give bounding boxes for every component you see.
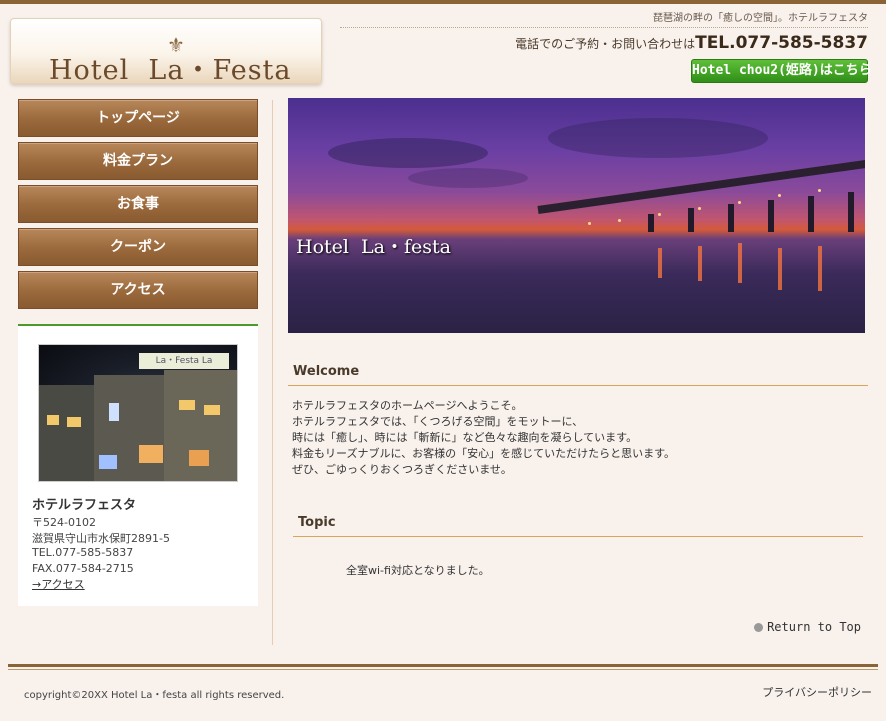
nav-item-coupon[interactable]: クーポン <box>18 228 258 266</box>
photo-sign: La・Festa La <box>139 353 229 369</box>
footer-divider <box>8 664 878 667</box>
column-divider <box>272 100 273 645</box>
hotel-fax: FAX.077-584-2715 <box>32 562 134 575</box>
top-border <box>0 0 886 4</box>
privacy-policy-link[interactable]: プライバシーポリシー <box>762 684 872 700</box>
hotel-postal: 〒524-0102 <box>32 516 96 529</box>
site-logo[interactable]: ⚜ Hotel La・Festa <box>10 18 322 86</box>
topic-text: 全室wi-fi対応となりました。 <box>346 564 490 577</box>
welcome-text: ホテルラフェスタのホームページへようこそ。 ホテルラフェスタでは、「くつろげる空… <box>292 398 675 478</box>
tagline: 琵琶湖の畔の「癒しの空間」。ホテルラフェスタ <box>653 13 868 24</box>
hotel-tel: TEL.077-585-5837 <box>32 546 134 559</box>
nav-item-access[interactable]: アクセス <box>18 271 258 309</box>
hotel-address: 滋賀県守山市水保町2891-5 <box>32 532 170 545</box>
bridge-graphic <box>537 158 865 214</box>
welcome-heading: Welcome <box>288 364 868 386</box>
nav-item-top[interactable]: トップページ <box>18 99 258 137</box>
circle-bullet-icon <box>754 623 764 632</box>
hero-image: Hotel La・festa <box>288 98 865 333</box>
header-divider <box>340 27 868 28</box>
return-to-top-label: Return to Top <box>767 620 861 634</box>
hotel-name: ホテルラフェスタ <box>32 498 137 513</box>
footer-divider-thin <box>8 669 878 670</box>
topic-heading: Topic <box>293 515 863 537</box>
logo-text: Hotel La・Festa <box>49 55 292 86</box>
welcome-line: ぜひ、ごゆっくりおくつろぎくださいませ。 <box>292 463 512 476</box>
hero-title: Hotel La・festa <box>296 236 451 258</box>
tel-prefix: 電話でのご予約・お問い合わせは <box>515 37 696 51</box>
hotel-exterior-photo: La・Festa La <box>38 344 238 482</box>
sidebar-nav: トップページ 料金プラン お食事 クーポン アクセス <box>18 99 258 314</box>
return-to-top-link[interactable]: Return to Top <box>754 620 861 634</box>
nav-item-plans[interactable]: 料金プラン <box>18 142 258 180</box>
welcome-line: ホテルラフェスタでは、「くつろげる空間」をモットーに、 <box>292 415 584 428</box>
welcome-line: ホテルラフェスタのホームページへようこそ。 <box>292 399 523 412</box>
tel-number: TEL.077-585-5837 <box>695 33 868 53</box>
hotel-info-box: La・Festa La ホテルラフェスタ 〒524-0102 滋賀県守山市水保町… <box>18 324 258 606</box>
hotel-chou2-button[interactable]: Hotel chou2(姫路)はこちら <box>691 59 872 83</box>
contact-phone: 電話でのご予約・お問い合わせはTEL.077-585-5837 <box>515 33 868 53</box>
copyright: copyright©20XX Hotel La・festa all rights… <box>24 690 285 701</box>
welcome-line: 料金もリーズナブルに、お客様の「安心」を感じていただけたらと思います。 <box>292 447 676 460</box>
nav-item-meals[interactable]: お食事 <box>18 185 258 223</box>
welcome-line: 時には「癒し」、時には「斬新に」など色々な趣向を凝らしています。 <box>292 431 638 444</box>
access-link[interactable]: →アクセス <box>32 576 85 592</box>
